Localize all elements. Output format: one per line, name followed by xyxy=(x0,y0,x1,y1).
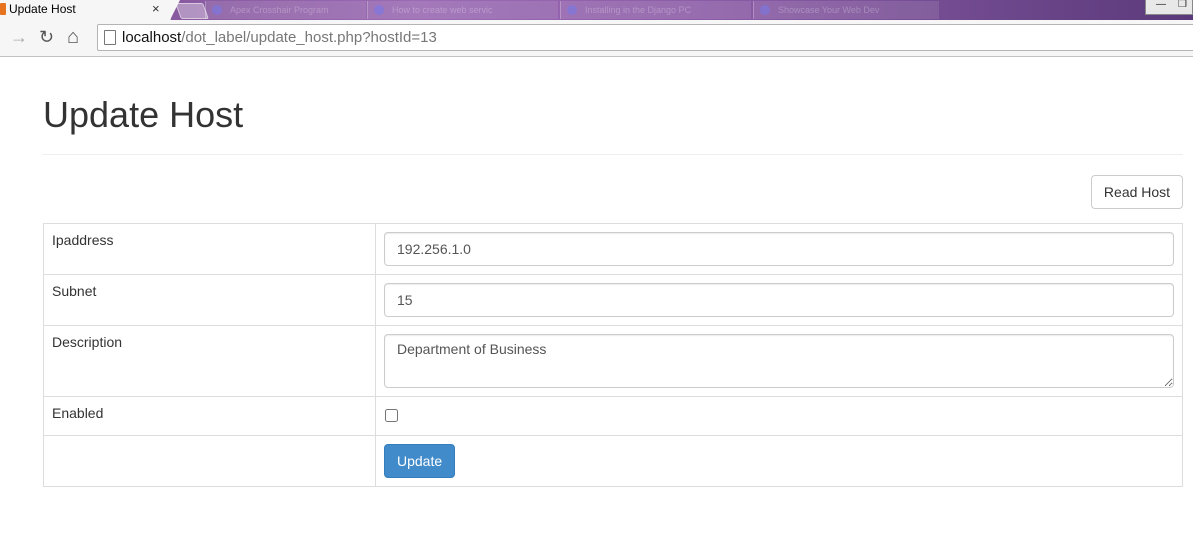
update-button[interactable]: Update xyxy=(384,444,456,478)
tab-favicon-icon xyxy=(760,5,770,15)
page-favicon-icon xyxy=(0,3,6,15)
subnet-input[interactable] xyxy=(384,283,1174,317)
window-controls: — ❐ xyxy=(1145,0,1193,15)
enabled-label: Enabled xyxy=(43,396,376,436)
read-host-button[interactable]: Read Host xyxy=(1091,175,1183,209)
background-tab[interactable]: How to create web servic xyxy=(367,1,558,19)
browser-toolbar: → ↻ ⌂ localhost/dot_label/update_host.ph… xyxy=(0,20,1193,57)
form-row-ipaddress: Ipaddress xyxy=(43,223,1183,275)
tab-favicon-icon xyxy=(212,5,222,15)
home-icon[interactable]: ⌂ xyxy=(67,27,79,47)
ipaddress-input[interactable] xyxy=(384,232,1174,266)
tab-strip: Update Host × Apex Crosshair Program How… xyxy=(0,0,1193,20)
ipaddress-label: Ipaddress xyxy=(43,223,376,275)
address-bar[interactable]: localhost/dot_label/update_host.php?host… xyxy=(97,24,1193,51)
page-title: Update Host xyxy=(43,94,244,135)
tab-favicon-icon xyxy=(567,5,577,15)
restore-icon[interactable]: ❐ xyxy=(1178,0,1187,10)
tab-favicon-icon xyxy=(374,5,384,15)
minimize-icon[interactable]: — xyxy=(1156,0,1166,10)
enabled-checkbox[interactable] xyxy=(385,409,398,422)
form-row-description: Description Department of Business xyxy=(43,325,1183,397)
description-label: Description xyxy=(43,325,376,397)
title-divider xyxy=(43,154,1183,155)
page-icon xyxy=(104,30,116,45)
background-tab[interactable]: Showcase Your Web Dev xyxy=(753,1,939,19)
description-textarea[interactable]: Department of Business xyxy=(384,334,1174,388)
tab-title: Update Host xyxy=(9,2,76,16)
tab-update-host[interactable]: Update Host × xyxy=(0,0,180,20)
subnet-label: Subnet xyxy=(43,274,376,326)
new-tab-button[interactable] xyxy=(175,3,209,19)
url-text: localhost/dot_label/update_host.php?host… xyxy=(122,29,437,46)
form-row-submit: Update xyxy=(43,435,1183,487)
form-row-enabled: Enabled xyxy=(43,396,1183,436)
form-row-subnet: Subnet xyxy=(43,274,1183,326)
background-tab[interactable]: Apex Crosshair Program xyxy=(205,1,366,19)
back-arrow-icon[interactable]: → xyxy=(10,27,28,47)
background-tab[interactable]: Installing in the Django PC xyxy=(560,1,751,19)
close-tab-icon[interactable]: × xyxy=(152,1,160,16)
update-host-form: Ipaddress Subnet Description Department … xyxy=(43,223,1183,487)
reload-icon[interactable]: ↻ xyxy=(39,27,54,47)
